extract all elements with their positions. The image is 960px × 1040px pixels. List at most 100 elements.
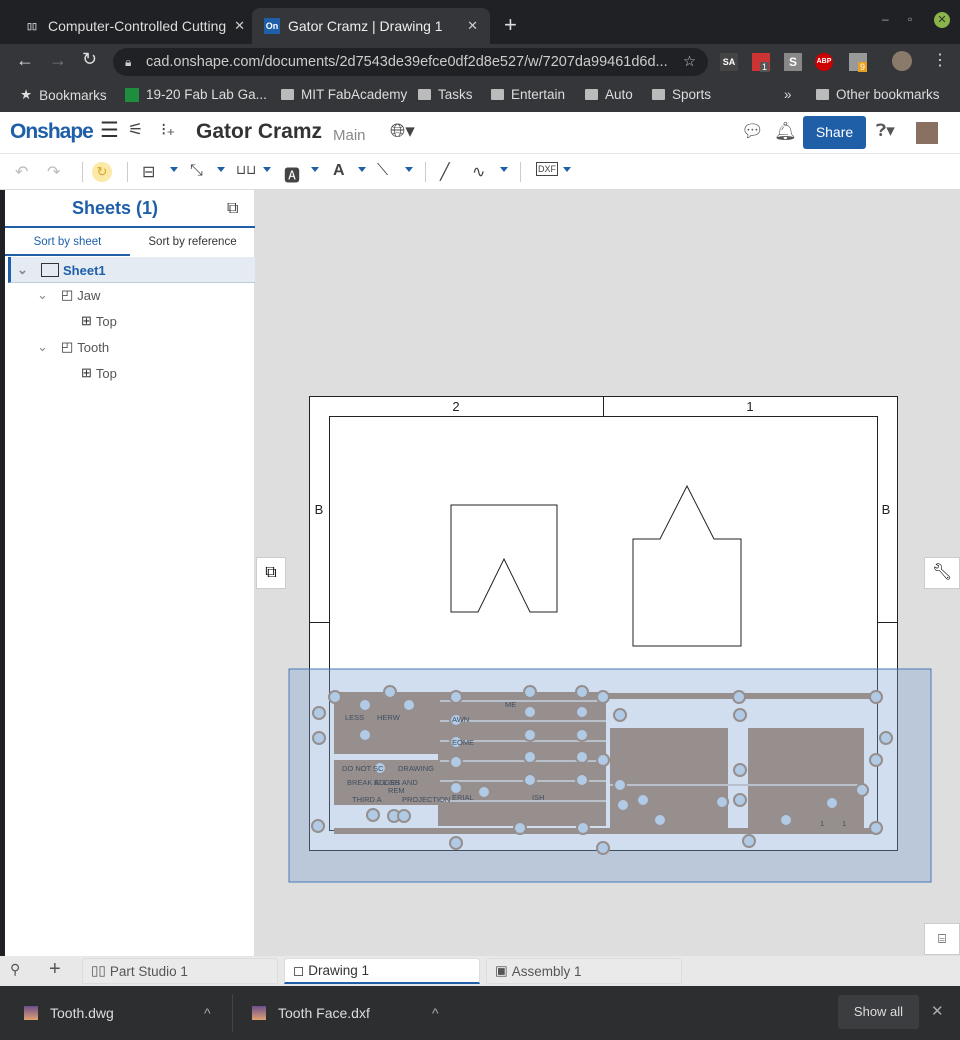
insert-icon[interactable]: ⁝₊ [161,120,175,140]
selection-box [288,668,932,883]
help-icon[interactable]: ❓︎▾ [876,121,895,141]
tree-item-top[interactable]: ⊞ Top [81,313,117,329]
comment-icon[interactable]: 💬︎ [741,121,764,142]
image-file-icon [24,1006,38,1020]
zone-label: 2 [452,399,459,414]
add-tab-button[interactable]: + [49,958,61,981]
share-button[interactable]: Share [803,116,866,149]
drawing-sheet[interactable]: 2 1 B B DO NOT SCDRAWINGBREAK ALL SHEDGE… [255,190,960,956]
tab-assembly[interactable]: ▣ Assembly 1 [486,958,682,984]
zone-label: 1 [746,399,753,414]
minimize-button[interactable]: – [882,12,889,26]
bookmarks-overflow[interactable]: » [784,87,792,102]
chevron-down-icon[interactable]: ⌄ [37,287,57,303]
user-avatar[interactable] [916,122,938,144]
part-studio-icon: ▯▯ [91,963,106,978]
close-tab-icon[interactable]: ✕ [467,18,478,34]
undo-icon[interactable]: ↶ [15,162,28,182]
line-icon[interactable]: ╱ [440,162,450,182]
chevron-down-icon[interactable]: ⌄ [37,339,57,355]
downloads-bar: Tooth.dwg ^ Tooth Face.dxf ^ Show all ✕ [0,986,960,1040]
onshape-logo[interactable]: Onshape [10,120,94,144]
tab-drawing[interactable]: ◻ Drawing 1 [284,958,480,984]
extension-calendar-icon[interactable]: 1 [752,53,770,72]
close-window-button[interactable]: ✕ [934,12,950,28]
part-view-icon: ◰ [61,339,74,354]
dimension-icon[interactable]: ⤡ [190,162,203,180]
download-item[interactable]: Tooth Face.dxf ^ [252,986,452,1040]
extension-s-icon[interactable]: S [784,53,802,71]
text-icon[interactable]: A [333,162,345,180]
bookmarks-bar: ★ Bookmarks 19-20 Fab Lab Ga... MIT FabAc… [0,80,960,112]
bookmark-folder[interactable]: MIT FabAcademy [281,87,407,102]
export-dxf-icon[interactable]: DXF [536,162,558,176]
bookmark-folder[interactable]: Tasks [418,87,473,102]
close-tab-icon[interactable]: ✕ [234,18,245,34]
sheets-panel: Sheets (1) ⧉ Sort by sheet Sort by refer… [5,190,255,956]
browser-tab[interactable]: ▯▯ Computer-Controlled Cutting ✕ [12,8,257,44]
bell-icon[interactable]: 🔔︎ [774,121,797,142]
tab-sort-by-reference[interactable]: Sort by reference [130,228,255,256]
folder-icon [491,89,504,100]
view-icon: ⊞ [81,365,92,380]
tree-item-jaw[interactable]: ⌄ ◰ Jaw [37,287,100,303]
close-downloads-icon[interactable]: ✕ [931,1002,944,1020]
bookmark-fab-lab[interactable]: 19-20 Fab Lab Ga... [125,87,267,102]
bookmark-folder[interactable]: Sports [652,87,711,102]
view-icon: ⊞ [81,313,92,328]
tab-part-studio[interactable]: ▯▯ Part Studio 1 [82,958,278,984]
image-file-icon [252,1006,266,1020]
download-item[interactable]: Tooth.dwg ^ [24,986,224,1040]
reload-button[interactable]: ↻ [82,49,97,70]
centerline-icon[interactable]: ⟍ [377,162,388,180]
redo-icon[interactable]: ↷ [47,162,60,182]
insert-view-icon[interactable]: ⊟ [142,162,155,182]
sheets-icon [125,87,139,102]
add-sheet-icon[interactable]: ⧉ [227,200,238,218]
note-icon[interactable]: 🅰︎ [284,162,300,186]
feature-list-icon[interactable]: ⚟ [128,120,143,140]
extension-puzzle-icon[interactable]: 9 [849,53,868,72]
menu-icon[interactable]: ☰ [100,118,119,143]
zone-label: B [315,502,324,517]
bookmarks-item[interactable]: ★ Bookmarks [20,87,107,103]
extension-sa-icon[interactable]: SA [720,53,738,71]
branch-label[interactable]: Main [333,127,366,144]
document-title[interactable]: Gator Cramz [196,120,322,144]
spline-icon[interactable]: ∿ [472,162,485,182]
globe-icon[interactable]: 🌐︎▾ [390,120,415,143]
tree-item-top[interactable]: ⊞ Top [81,365,117,381]
drawing-toolbar: ↶ ↷ ↻ ⊟ ⤡ ⊔⊔ 🅰︎ A ⟍ ╱ ∿ DXF [0,154,960,190]
tab-sort-by-sheet[interactable]: Sort by sheet [5,228,130,256]
drawing-icon: ◻ [293,962,305,978]
bookmark-star-icon[interactable]: ☆ [683,48,696,76]
zone-label: B [882,502,891,517]
profile-avatar[interactable] [892,51,912,71]
new-tab-button[interactable]: + [504,12,517,38]
tab-manager-icon[interactable]: ⚲ [10,961,20,978]
restore-button[interactable]: ▫ [908,12,912,26]
show-all-button[interactable]: Show all [838,995,919,1029]
lock-icon: 🔒︎ [125,55,132,69]
assembly-icon: ▣ [495,963,508,978]
bookmark-folder[interactable]: Auto [585,87,633,102]
chevron-up-icon[interactable]: ^ [204,1005,211,1021]
drawing-canvas[interactable]: ⧉ 🔧︎ ⌸ 2 1 B B DO NOT SCDRAWINGBREAK ALL… [255,190,960,956]
part-view-icon: ◰ [61,287,74,302]
adblock-icon[interactable]: ABP [815,53,833,71]
other-bookmarks[interactable]: Other bookmarks [816,87,940,102]
ordinate-icon[interactable]: ⊔⊔ [236,162,256,178]
chevron-up-icon[interactable]: ^ [432,1005,439,1021]
browser-tab-active[interactable]: On Gator Cramz | Drawing 1 ✕ [252,8,490,44]
chevron-down-icon[interactable]: ⌄ [17,262,37,278]
regenerate-icon[interactable]: ↻ [92,162,112,182]
bookmark-folder[interactable]: Entertain [491,87,565,102]
address-bar[interactable]: 🔒︎ cad.onshape.com/documents/2d7543de39e… [113,48,708,76]
folder-icon [652,89,665,100]
forward-button[interactable]: → [49,50,67,71]
folder-icon [418,89,431,100]
tree-item-tooth[interactable]: ⌄ ◰ Tooth [37,339,109,355]
back-button[interactable]: ← [16,50,34,71]
browser-menu-icon[interactable]: ⋮ [932,50,948,70]
tree-item-sheet1[interactable]: ⌄ Sheet1 [17,262,106,278]
